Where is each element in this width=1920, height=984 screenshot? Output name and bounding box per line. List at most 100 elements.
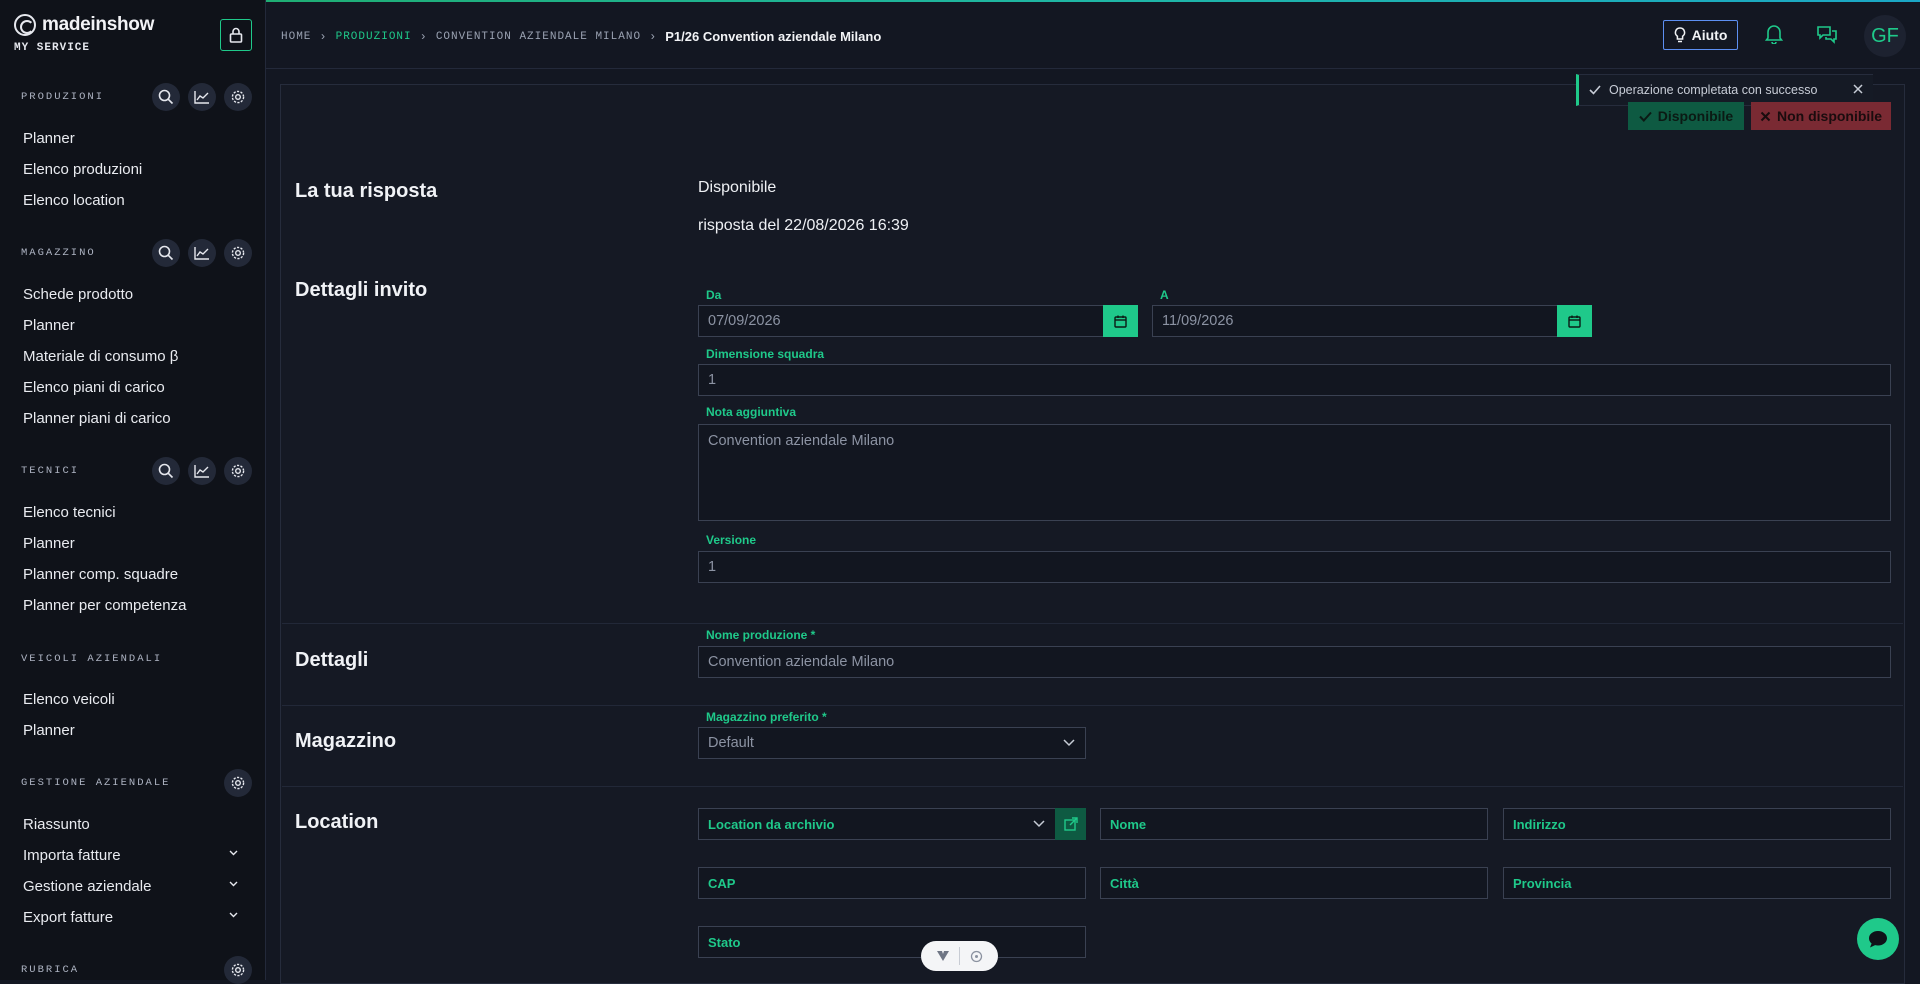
location-province-field[interactable]: Provincia: [1503, 867, 1891, 899]
sidebar-item-elenco-veicoli[interactable]: Elenco veicoli: [0, 684, 266, 715]
divider: [282, 705, 1903, 706]
from-date-picker-button[interactable]: [1103, 305, 1138, 337]
close-icon[interactable]: [1852, 83, 1864, 95]
sidebar-item-planner[interactable]: Planner: [0, 310, 266, 341]
avatar[interactable]: GF: [1864, 15, 1906, 57]
search-button[interactable]: [152, 239, 180, 267]
calendar-icon: [1114, 315, 1127, 328]
warehouse-label: Magazzino preferito *: [706, 710, 827, 724]
sidebar-item-importa-fatture[interactable]: Importa fatture: [0, 840, 266, 871]
section-title: VEICOLI AZIENDALI: [21, 653, 163, 665]
breadcrumb: HOME › PRODUZIONI › CONVENTION AZIENDALE…: [281, 29, 881, 44]
response-timestamp: risposta del 22/08/2026 16:39: [698, 217, 909, 234]
sidebar-section-gestione: GESTIONE AZIENDALE: [0, 769, 266, 797]
breadcrumb-home[interactable]: HOME: [281, 31, 311, 43]
sidebar-item-elenco-produzioni[interactable]: Elenco produzioni: [0, 154, 266, 185]
sidebar-item-export-fatture[interactable]: Export fatture: [0, 902, 266, 933]
sidebar-item-elenco-location[interactable]: Elenco location: [0, 185, 266, 216]
search-icon: [158, 463, 174, 479]
sidebar-item-gestione-aziendale[interactable]: Gestione aziendale: [0, 871, 266, 902]
location-archive-label: Location da archivio: [708, 816, 835, 832]
vuetify-logo-icon[interactable]: [936, 950, 950, 962]
warehouse-select[interactable]: Default: [698, 727, 1086, 759]
sidebar-item-planner-competenza[interactable]: Planner per competenza: [0, 590, 266, 621]
search-button[interactable]: [152, 457, 180, 485]
team-size-field[interactable]: 1: [698, 364, 1891, 396]
sidebar-item-materiale-consumo[interactable]: Materiale di consumo β: [0, 341, 266, 372]
version-field[interactable]: 1: [698, 551, 1891, 583]
location-state-field[interactable]: Stato: [698, 926, 1086, 958]
sidebar-section-tecnici: TECNICI: [0, 457, 266, 485]
location-address-field[interactable]: Indirizzo: [1503, 808, 1891, 840]
toast-message: Operazione completata con successo: [1609, 83, 1818, 97]
settings-button[interactable]: [224, 769, 252, 797]
from-date-field[interactable]: 07/09/2026: [698, 305, 1104, 337]
chat-bubble-icon: [1869, 931, 1887, 948]
breadcrumb-separator-icon: ›: [649, 29, 658, 44]
chart-button[interactable]: [188, 239, 216, 267]
logo-icon: [14, 14, 36, 36]
location-city-field[interactable]: Città: [1100, 867, 1488, 899]
brand-name: madeinshow: [42, 14, 155, 35]
breadcrumb-convention[interactable]: CONVENTION AZIENDALE MILANO: [436, 31, 641, 43]
sidebar-item-piani-carico[interactable]: Elenco piani di carico: [0, 372, 266, 403]
sidebar-item-schede-prodotto[interactable]: Schede prodotto: [0, 279, 266, 310]
not-available-button[interactable]: Non disponibile: [1751, 102, 1891, 130]
lock-button[interactable]: [220, 19, 252, 51]
settings-button[interactable]: [224, 239, 252, 267]
chart-button[interactable]: [188, 83, 216, 111]
location-name-field[interactable]: Nome: [1100, 808, 1488, 840]
chart-button[interactable]: [188, 457, 216, 485]
settings-button[interactable]: [224, 83, 252, 111]
gear-icon: [231, 90, 245, 104]
gear-icon: [231, 464, 245, 478]
sidebar-item-elenco-tecnici[interactable]: Elenco tecnici: [0, 497, 266, 528]
location-archive-select[interactable]: Location da archivio: [698, 808, 1056, 840]
chevron-down-icon: [229, 881, 238, 887]
sidebar-item-planner[interactable]: Planner: [0, 528, 266, 559]
settings-button[interactable]: [224, 457, 252, 485]
section-title: PRODUZIONI: [21, 91, 105, 103]
invite-section-title: Dettagli invito: [295, 279, 428, 301]
brand-logo[interactable]: madeinshow MY SERVICE: [14, 14, 154, 58]
available-button[interactable]: Disponibile: [1628, 102, 1744, 130]
chevron-down-icon: [229, 850, 238, 856]
search-button[interactable]: [152, 83, 180, 111]
production-name-field[interactable]: Convention aziendale Milano: [698, 646, 1891, 678]
note-textarea[interactable]: Convention aziendale Milano: [698, 424, 1891, 521]
sidebar-list-tecnici: Elenco tecnici Planner Planner comp. squ…: [0, 497, 266, 621]
chat-support-button[interactable]: [1857, 918, 1899, 960]
calendar-icon: [1568, 315, 1581, 328]
chat-icon[interactable]: [1816, 24, 1838, 44]
gear-icon: [231, 963, 245, 977]
check-icon: [1639, 111, 1652, 122]
toolbar-divider: [959, 947, 961, 965]
close-icon: [1760, 111, 1771, 121]
sidebar-item-planner-piani-carico[interactable]: Planner piani di carico: [0, 403, 266, 434]
to-date-picker-button[interactable]: [1557, 305, 1592, 337]
help-button[interactable]: Aiuto: [1663, 20, 1738, 50]
warehouse-section-title: Magazzino: [295, 730, 397, 752]
to-date-field[interactable]: 11/09/2026: [1152, 305, 1558, 337]
breadcrumb-produzioni[interactable]: PRODUZIONI: [336, 31, 412, 43]
help-label: Aiuto: [1691, 27, 1728, 43]
top-header: HOME › PRODUZIONI › CONVENTION AZIENDALE…: [266, 2, 1920, 69]
sidebar-section-veicoli: VEICOLI AZIENDALI: [0, 645, 266, 673]
sidebar-item-riassunto[interactable]: Riassunto: [0, 809, 266, 840]
sidebar-list-magazzino: Schede prodotto Planner Materiale di con…: [0, 279, 266, 434]
bell-icon[interactable]: [1765, 24, 1783, 44]
sidebar-item-planner[interactable]: Planner: [0, 123, 266, 154]
open-location-button[interactable]: [1055, 808, 1086, 840]
target-icon[interactable]: [970, 950, 983, 963]
sidebar-item-planner-squadre[interactable]: Planner comp. squadre: [0, 559, 266, 590]
from-label: Da: [706, 288, 722, 302]
location-zip-field[interactable]: CAP: [698, 867, 1086, 899]
note-label: Nota aggiuntiva: [706, 405, 797, 419]
lock-icon: [229, 27, 243, 43]
floating-toolbar: [921, 941, 998, 971]
trend-chart-icon: [194, 247, 209, 260]
team-size-label: Dimensione squadra: [706, 347, 825, 361]
sidebar-item-planner[interactable]: Planner: [0, 715, 266, 746]
version-label: Versione: [706, 533, 757, 547]
sidebar-section-produzioni: PRODUZIONI: [0, 83, 266, 111]
